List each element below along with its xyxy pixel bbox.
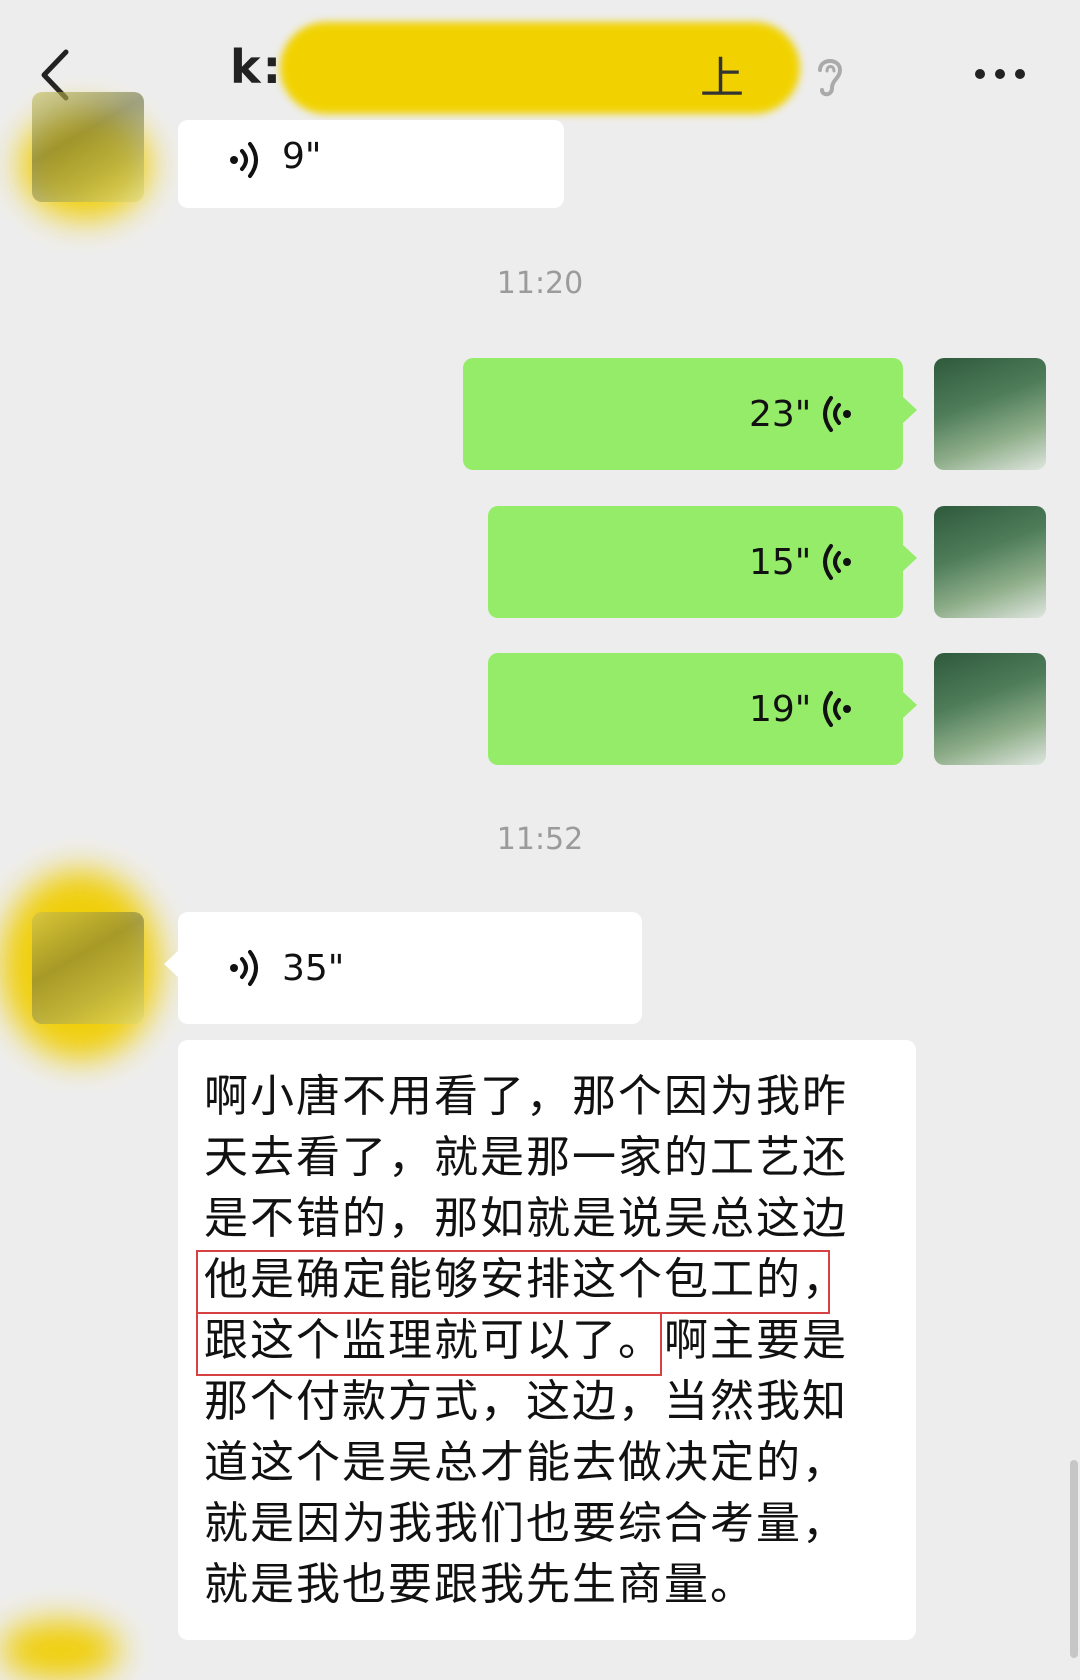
voice-wave-icon	[230, 142, 258, 178]
avatar-self[interactable]	[934, 506, 1046, 618]
voice-transcript[interactable]: 啊小唐不用看了，那个因为我昨 天去看了，就是那一家的工艺还 是不错的，那如就是说…	[178, 1040, 916, 1640]
voice-message-self[interactable]: 23"	[463, 358, 917, 470]
ear-icon	[810, 52, 850, 100]
voice-duration: 19"	[749, 689, 812, 730]
transcript-line: 是不错的，那如就是说吴总这边	[204, 1193, 848, 1244]
transcript-line: 道这个是吴总才能去做决定的，	[204, 1437, 848, 1488]
avatar-other[interactable]	[32, 92, 144, 202]
chat-title-tail: 上	[700, 53, 744, 104]
more-button[interactable]	[970, 54, 1030, 94]
voice-wave-icon	[823, 396, 851, 432]
highlight-box	[196, 1312, 662, 1376]
redaction-mark	[0, 1620, 120, 1680]
avatar-self[interactable]	[934, 653, 1046, 765]
scrollbar[interactable]	[1070, 1460, 1078, 1658]
bubble-tail	[902, 396, 917, 424]
timestamp: 11:20	[496, 266, 584, 301]
transcript-segment: 啊主要是	[664, 1315, 848, 1366]
voice-wave-icon	[823, 544, 851, 580]
voice-duration: 9"	[282, 136, 322, 177]
voice-message-other[interactable]: 35"	[164, 912, 642, 1024]
voice-duration: 23"	[749, 394, 812, 435]
avatar-other[interactable]	[32, 912, 144, 1024]
transcript-line: 那个付款方式，这边，当然我知	[204, 1376, 848, 1427]
bubble-tail	[902, 544, 917, 572]
transcript-line: 就是我也要跟我先生商量。	[204, 1559, 756, 1610]
voice-duration: 35"	[282, 948, 345, 989]
highlight-box	[196, 1250, 830, 1314]
voice-wave-icon	[823, 691, 851, 727]
transcript-line: 啊小唐不用看了，那个因为我昨	[204, 1071, 848, 1122]
voice-wave-icon	[230, 950, 258, 986]
avatar-self[interactable]	[934, 358, 1046, 470]
voice-message-self[interactable]: 19"	[488, 653, 917, 765]
voice-message-self[interactable]: 15"	[488, 506, 917, 618]
voice-duration: 15"	[749, 542, 812, 583]
transcript-line: 就是因为我我们也要综合考量，	[204, 1498, 848, 1549]
chat-header: k: 上	[0, 0, 1080, 140]
bubble-tail	[902, 691, 917, 719]
transcript-line: 天去看了，就是那一家的工艺还	[204, 1132, 848, 1183]
bubble-tail	[164, 950, 179, 978]
voice-message-other[interactable]: 9"	[178, 120, 564, 208]
chat-title[interactable]: k:	[230, 40, 283, 94]
more-dots-icon	[975, 69, 1025, 79]
timestamp: 11:52	[496, 822, 584, 857]
